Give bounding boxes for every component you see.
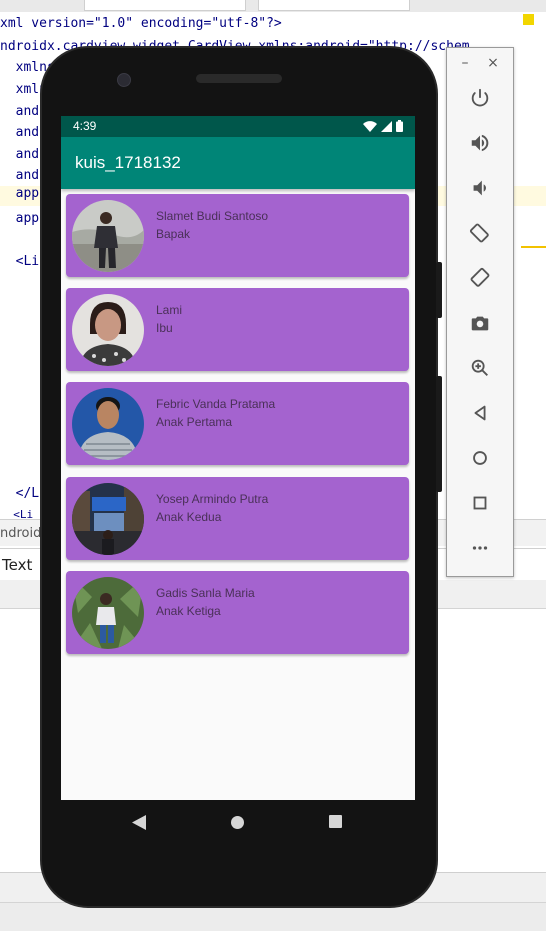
app-toolbar: kuis_1718132 [61, 137, 415, 189]
phone-screen: 4:39 kuis_1718132 Slamet Budi Santoso Ba… [61, 116, 415, 800]
code-line: xml version="1.0" encoding="utf-8"?> [0, 16, 282, 31]
front-camera [117, 73, 131, 87]
avatar [72, 483, 144, 555]
back-icon[interactable] [467, 400, 493, 426]
ide-editor-tab[interactable] [258, 0, 410, 11]
minimize-button[interactable]: – [455, 54, 475, 72]
power-icon[interactable] [467, 85, 493, 111]
person-name: Febric Vanda Pratama [156, 397, 276, 411]
person-name: Gadis Sanla Maria [156, 586, 255, 600]
ide-editor-tab[interactable] [84, 0, 246, 11]
android-status-bar: 4:39 [61, 116, 415, 137]
battery-icon [396, 120, 403, 132]
code-line: app [0, 211, 40, 226]
close-button[interactable]: × [483, 54, 503, 72]
signal-icon [381, 120, 392, 132]
code-line: </L [0, 486, 40, 501]
person-name: Lami [156, 303, 183, 317]
rotate-left-icon[interactable] [467, 220, 493, 246]
code-line: <Li [0, 254, 40, 269]
more-icon[interactable] [467, 535, 493, 561]
person-name: Yosep Armindo Putra [156, 492, 269, 506]
avatar [72, 577, 144, 649]
list-item[interactable]: Gadis Sanla Maria Anak Ketiga [66, 571, 409, 654]
person-name: Slamet Budi Santoso [156, 209, 269, 223]
volume-up-icon[interactable] [467, 130, 493, 156]
list-item[interactable]: Lami Ibu [66, 288, 409, 371]
volume-key[interactable] [436, 376, 442, 492]
list-item[interactable]: Slamet Budi Santoso Bapak [66, 194, 409, 277]
person-role: Anak Pertama [156, 415, 233, 429]
zoom-icon[interactable] [467, 355, 493, 381]
rotate-right-icon[interactable] [467, 265, 493, 291]
person-role: Anak Kedua [156, 510, 222, 524]
android-nav-bar [61, 800, 415, 846]
home-icon[interactable] [467, 445, 493, 471]
list-item[interactable]: Febric Vanda Pratama Anak Pertama [66, 382, 409, 465]
earpiece-speaker [196, 74, 282, 83]
overview-icon[interactable] [467, 490, 493, 516]
emulator-toolbar: – × [446, 47, 514, 577]
change-marker [521, 246, 546, 248]
person-role: Ibu [156, 321, 173, 335]
nav-back-icon[interactable] [132, 815, 146, 830]
nav-home-icon[interactable] [231, 816, 244, 829]
volume-down-icon[interactable] [467, 175, 493, 201]
status-time: 4:39 [73, 119, 97, 133]
warning-marker-icon[interactable] [523, 14, 534, 25]
tab-text[interactable]: Text [2, 556, 32, 574]
avatar [72, 200, 144, 272]
person-role: Anak Ketiga [156, 604, 221, 618]
camera-icon[interactable] [467, 310, 493, 336]
avatar [72, 294, 144, 366]
wifi-icon [363, 120, 377, 132]
nav-recents-icon[interactable] [329, 815, 342, 828]
avatar [72, 388, 144, 460]
list-item[interactable]: Yosep Armindo Putra Anak Kedua [66, 477, 409, 560]
power-key[interactable] [436, 262, 442, 318]
app-title: kuis_1718132 [75, 153, 181, 172]
person-role: Bapak [156, 227, 191, 241]
